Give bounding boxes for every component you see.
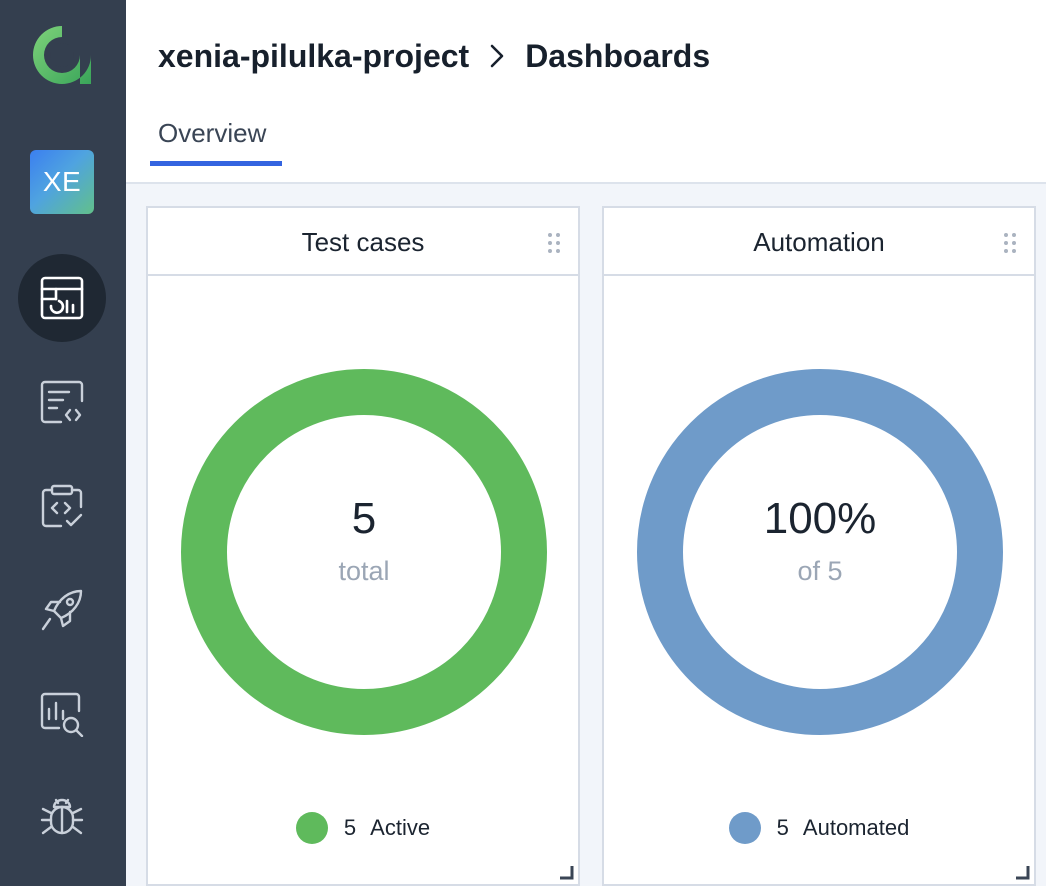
legend-count: 5 (343, 815, 357, 840)
donut-segment-automated[interactable] (637, 369, 1003, 735)
page-header: xenia-pilulka-project Dashboards Overvie… (126, 0, 1046, 184)
donut-subtitle: total (338, 556, 390, 586)
legend-count: 5 (776, 815, 789, 840)
donut-chart: 5 total (178, 366, 550, 738)
widget-header: Test cases (148, 208, 578, 276)
legend-label: Active (370, 815, 431, 840)
breadcrumb: xenia-pilulka-project Dashboards (158, 34, 710, 78)
allure-logo-icon[interactable] (28, 22, 96, 88)
nav-launches[interactable] (18, 566, 106, 654)
widget-title: Automation (753, 227, 885, 257)
tab-overview[interactable]: Overview (150, 110, 282, 166)
donut-ring[interactable] (178, 366, 550, 738)
project-avatar[interactable]: XE (30, 150, 94, 214)
donut-subtitle: of 5 (797, 556, 843, 586)
widget-header: Automation (604, 208, 1034, 276)
tab-active-indicator (150, 161, 282, 166)
tab-overview-label: Overview (158, 118, 267, 148)
widget-test-cases: Test cases 5 total 5 Active (146, 206, 580, 886)
breadcrumb-project[interactable]: xenia-pilulka-project (158, 38, 469, 75)
donut-segment-active[interactable] (181, 369, 547, 735)
widget-title: Test cases (301, 227, 425, 257)
drag-handle-icon[interactable] (546, 232, 562, 254)
launches-icon (41, 589, 83, 631)
legend-dot-active (295, 812, 328, 844)
test-plans-icon (41, 484, 83, 528)
nav-dashboards[interactable] (18, 254, 106, 342)
test-cases-icon (40, 380, 84, 424)
donut-value: 100% (763, 494, 877, 543)
legend-dot-automated (728, 812, 761, 844)
resize-handle-icon[interactable] (1016, 866, 1030, 880)
defects-icon (40, 798, 84, 835)
chart-legend: 5 Automated (604, 808, 1034, 848)
project-badge-text: XE (42, 166, 82, 197)
nav-defects[interactable] (18, 774, 106, 862)
nav-test-cases[interactable] (18, 358, 106, 446)
dashboard-content: Test cases 5 total 5 Active Automation 1… (126, 184, 1046, 886)
analytics-icon (40, 692, 84, 737)
sidebar: XE (0, 0, 126, 886)
dashboards-icon (40, 276, 84, 320)
nav-test-plans[interactable] (18, 462, 106, 550)
page-title: Dashboards (525, 37, 711, 74)
legend-label: Automated (802, 815, 910, 840)
donut-value: 5 (351, 494, 377, 543)
resize-handle-icon[interactable] (560, 866, 574, 880)
chart-legend: 5 Active (148, 808, 578, 848)
drag-handle-icon[interactable] (1002, 232, 1018, 254)
widget-automation: Automation 100% of 5 5 Automated (602, 206, 1036, 886)
donut-ring[interactable] (634, 366, 1006, 738)
nav-analytics[interactable] (18, 670, 106, 758)
donut-chart: 100% of 5 (634, 366, 1006, 738)
chevron-right-icon (490, 44, 504, 68)
